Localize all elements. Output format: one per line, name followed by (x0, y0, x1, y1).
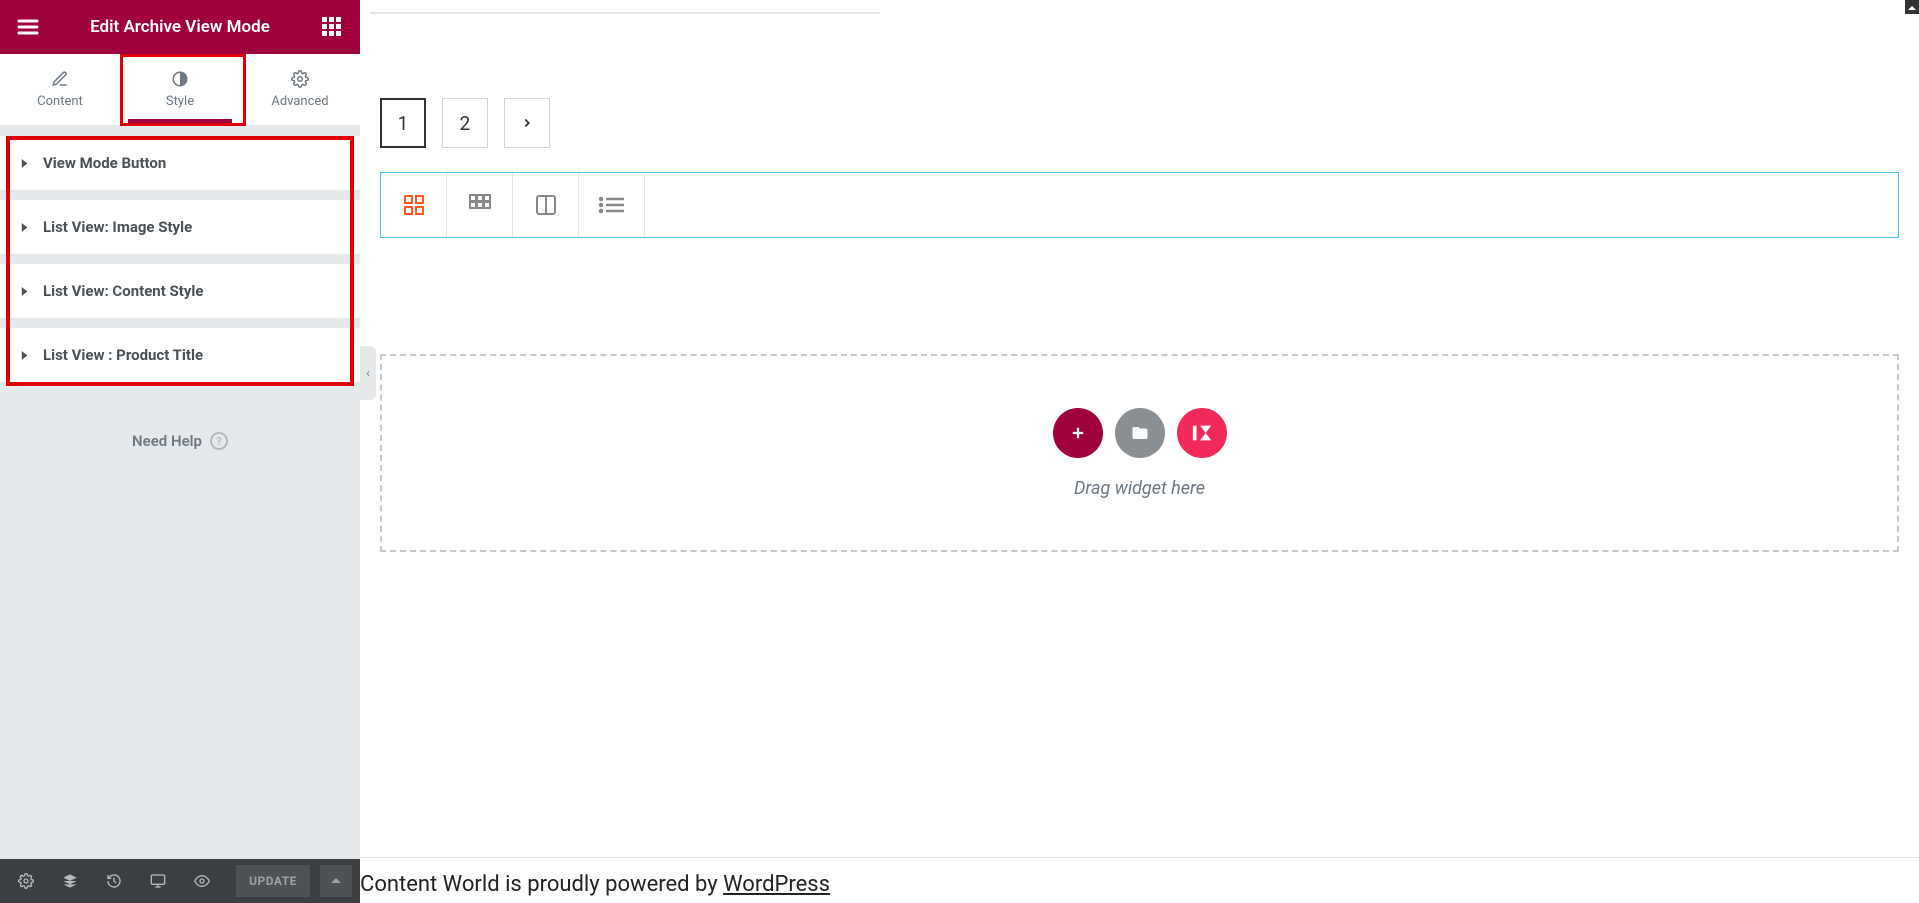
columns-icon[interactable] (513, 173, 579, 237)
tab-advanced[interactable]: Advanced (240, 54, 360, 125)
widget-dropzone[interactable]: Drag widget here (380, 354, 1899, 552)
canvas-toolbar-placeholder (370, 10, 880, 14)
canvas: 1 2 Drag widge (360, 0, 1919, 903)
list-icon[interactable] (579, 173, 645, 237)
add-section-button[interactable] (1053, 408, 1103, 458)
accordion-label: List View : Product Title (43, 346, 203, 364)
grid-small-icon[interactable] (381, 173, 447, 237)
preview-icon[interactable] (184, 863, 220, 899)
page-next-button[interactable] (504, 98, 550, 148)
tab-style-label: Style (166, 94, 194, 109)
scroll-up-icon[interactable] (1905, 0, 1919, 14)
panel-title: Edit Archive View Mode (90, 17, 270, 37)
view-mode-widget[interactable] (380, 172, 1899, 238)
responsive-icon[interactable] (140, 863, 176, 899)
menu-icon[interactable] (14, 13, 42, 41)
accordion-list-product-title[interactable]: List View : Product Title (0, 328, 360, 382)
dropzone-label: Drag widget here (1074, 478, 1205, 499)
tab-content[interactable]: Content (0, 54, 120, 125)
collapse-sidebar-icon[interactable]: ‹ (360, 346, 376, 400)
accordion-view-mode-button[interactable]: View Mode Button (0, 136, 360, 190)
update-button[interactable]: UPDATE (236, 865, 310, 897)
accordion-list: View Mode Button List View: Image Style … (0, 126, 360, 392)
footer-prefix: Content World is proudly powered by (360, 872, 723, 897)
accordion-label: List View: Image Style (43, 218, 192, 236)
need-help[interactable]: Need Help ? (0, 392, 360, 490)
add-template-button[interactable] (1115, 408, 1165, 458)
update-options-icon[interactable] (320, 865, 352, 897)
sidebar-header: Edit Archive View Mode (0, 0, 360, 54)
tab-style[interactable]: Style (120, 54, 240, 125)
settings-icon[interactable] (8, 863, 44, 899)
editor-sidebar: Edit Archive View Mode Content Style Adv… (0, 0, 360, 903)
dropzone-actions (1053, 408, 1227, 458)
help-icon: ? (210, 432, 228, 450)
history-icon[interactable] (96, 863, 132, 899)
apps-icon[interactable] (318, 13, 346, 41)
accordion-list-image-style[interactable]: List View: Image Style (0, 200, 360, 254)
elementskit-button[interactable] (1177, 408, 1227, 458)
editor-tabs: Content Style Advanced (0, 54, 360, 126)
grid-large-icon[interactable] (447, 173, 513, 237)
page-1-button[interactable]: 1 (380, 98, 426, 148)
accordion-list-content-style[interactable]: List View: Content Style (0, 264, 360, 318)
footer-wordpress-link[interactable]: WordPress (723, 872, 830, 897)
page-2-button[interactable]: 2 (442, 98, 488, 148)
navigator-icon[interactable] (52, 863, 88, 899)
accordion-label: View Mode Button (43, 154, 166, 172)
pagination: 1 2 (380, 98, 1899, 148)
tab-content-label: Content (37, 94, 83, 109)
tab-advanced-label: Advanced (271, 94, 328, 109)
site-footer: Content World is proudly powered by Word… (360, 857, 1919, 903)
accordion-label: List View: Content Style (43, 282, 203, 300)
help-label: Need Help (132, 432, 202, 450)
sidebar-footer: UPDATE (0, 859, 360, 903)
